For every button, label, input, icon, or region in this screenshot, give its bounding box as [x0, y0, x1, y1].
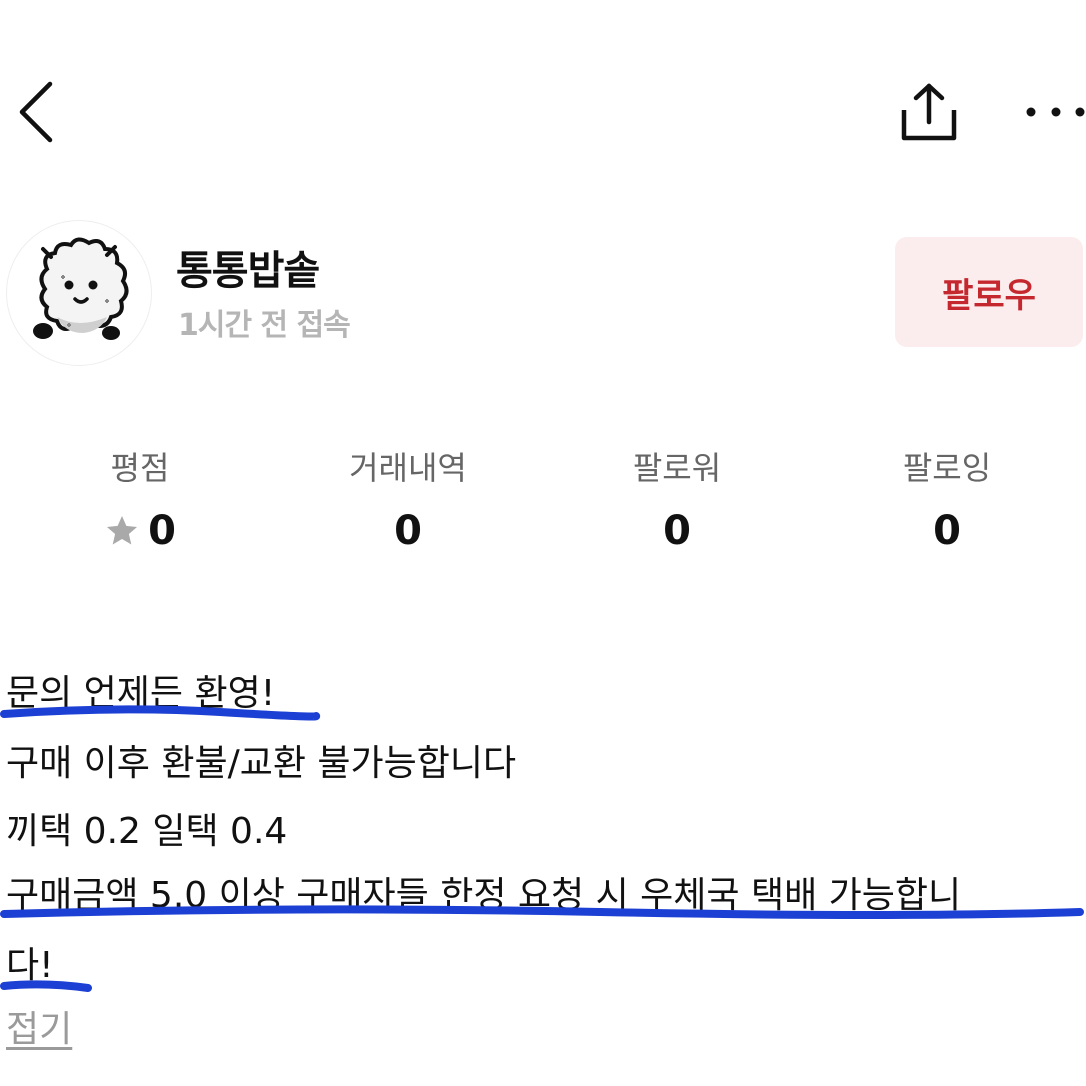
last-seen-status: 1시간 전 접속	[178, 308, 351, 343]
intro-line: 다!	[6, 945, 54, 986]
stat-value: 0	[394, 508, 422, 554]
stat-transactions[interactable]: 거래내역 0	[278, 445, 538, 559]
stat-value: 0	[148, 508, 176, 554]
stat-following[interactable]: 팔로잉 0	[817, 445, 1077, 559]
more-horizontal-icon	[1026, 107, 1085, 117]
more-options-button[interactable]	[1016, 92, 1086, 132]
share-button[interactable]	[896, 80, 962, 146]
follow-button[interactable]: 팔로우	[895, 237, 1083, 347]
stat-value: 0	[663, 508, 691, 554]
intro-line: 구매금액 5.0 이상 구매자들 한정 요청 시 우체국 택배 가능합니	[6, 875, 962, 916]
stat-label: 팔로잉	[902, 449, 992, 487]
stat-followers[interactable]: 팔로워 0	[547, 445, 807, 559]
avatar[interactable]	[6, 220, 152, 366]
stat-label: 거래내역	[349, 449, 467, 487]
stat-value: 0	[933, 508, 961, 554]
stat-label: 팔로워	[632, 449, 722, 487]
stat-rating[interactable]: 평점 0	[10, 445, 270, 559]
fluffy-character-avatar	[33, 237, 129, 340]
chevron-left-icon	[19, 81, 53, 143]
intro-line: 구매 이후 환불/교환 불가능합니다	[6, 743, 517, 784]
stat-value-row: 0	[10, 503, 270, 559]
intro-line: 끼택 0.2 일택 0.4	[6, 811, 288, 852]
stat-label: 평점	[110, 449, 170, 487]
username: 통통밥솥	[176, 248, 320, 294]
star-icon	[107, 516, 138, 545]
collapse-link[interactable]: 접기	[6, 1000, 72, 1052]
share-icon	[901, 83, 957, 141]
back-button[interactable]	[10, 76, 66, 148]
intro-line: 문의 언제든 환영!	[6, 673, 276, 714]
